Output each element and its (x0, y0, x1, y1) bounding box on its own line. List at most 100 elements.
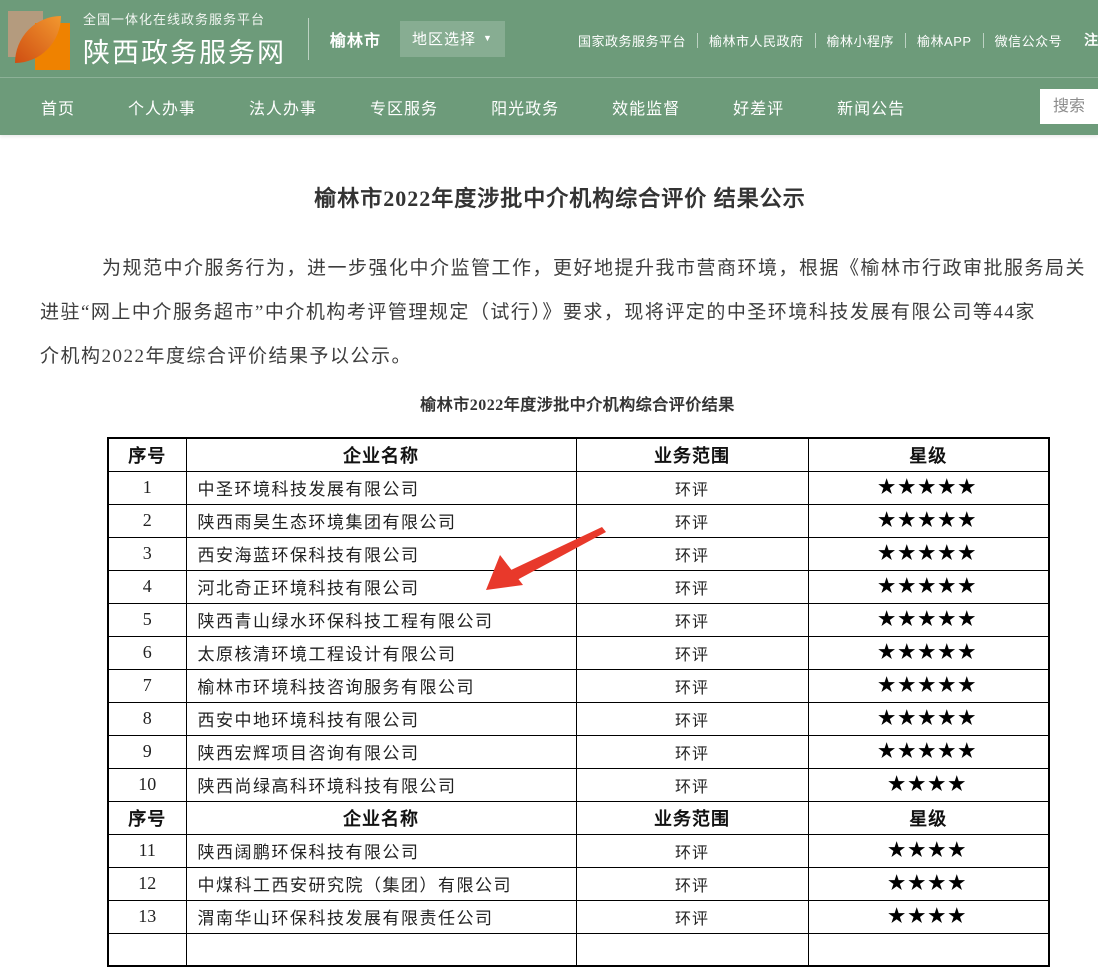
table-row: 3西安海蓝环保科技有限公司环评★★★★★ (108, 537, 1049, 570)
top-bar: 全国一体化在线政务服务平台 陕西政务服务网 榆林市 地区选择 ▼ 国家政务服务平… (0, 0, 1098, 77)
evaluation-table: 序号企业名称业务范围星级1中圣环境科技发展有限公司环评★★★★★2陕西雨昊生态环… (107, 437, 1050, 967)
paragraph-line: 为规范中介服务行为，进一步强化中介监管工作，更好地提升我市营商环境，根据《榆林市… (40, 247, 1098, 291)
cell-no: 5 (108, 603, 186, 636)
cell-scope: 环评 (576, 603, 808, 636)
platform-tagline: 全国一体化在线政务服务平台 (83, 9, 286, 28)
site-logo-icon (8, 11, 70, 73)
chevron-down-icon: ▼ (483, 34, 493, 43)
cell-no: 12 (108, 867, 186, 900)
cell-stars: ★★★★★ (808, 669, 1049, 702)
cell-stars: ★★★★★ (808, 537, 1049, 570)
top-links: 国家政务服务平台 榆林市人民政府 榆林小程序 榆林APP 微信公众号 注册 (578, 30, 1098, 50)
region-select-button[interactable]: 地区选择 ▼ (400, 21, 505, 57)
cell-scope: 环评 (576, 471, 808, 504)
cell-company: 榆林市环境科技咨询服务有限公司 (186, 669, 576, 702)
cell-company: 太原核清环境工程设计有限公司 (186, 636, 576, 669)
cell-company: 中煤科工西安研究院（集团）有限公司 (186, 867, 576, 900)
page-title: 榆林市2022年度涉批中介机构综合评价 结果公示 (0, 181, 1098, 213)
top-link[interactable]: 榆林APP (917, 31, 972, 50)
cell-scope: 环评 (576, 834, 808, 867)
announcement-paragraph: 为规范中介服务行为，进一步强化中介监管工作，更好地提升我市营商环境，根据《榆林市… (40, 247, 1098, 379)
cell-company: 河北奇正环境科技有限公司 (186, 570, 576, 603)
table-row: 13渭南华山环保科技发展有限责任公司环评★★★★ (108, 900, 1049, 933)
cell-empty (808, 933, 1049, 966)
column-header: 序号 (108, 438, 186, 471)
table-row: 11陕西阔鹏环保科技有限公司环评★★★★ (108, 834, 1049, 867)
cell-scope: 环评 (576, 636, 808, 669)
table-row-cutoff (108, 933, 1049, 966)
cell-no: 7 (108, 669, 186, 702)
cell-company: 西安中地环境科技有限公司 (186, 702, 576, 735)
cell-no: 1 (108, 471, 186, 504)
link-separator (815, 33, 816, 48)
site-name: 陕西政务服务网 (83, 31, 286, 70)
nav-item[interactable]: 效能监督 (612, 95, 680, 119)
nav-item[interactable]: 专区服务 (370, 95, 438, 119)
cell-empty (186, 933, 576, 966)
nav-item[interactable]: 法人办事 (249, 95, 317, 119)
brand-text: 全国一体化在线政务服务平台 陕西政务服务网 (83, 7, 286, 70)
column-header: 业务范围 (576, 801, 808, 834)
table-row: 1中圣环境科技发展有限公司环评★★★★★ (108, 471, 1049, 504)
cell-stars: ★★★★★ (808, 570, 1049, 603)
top-link[interactable]: 榆林小程序 (827, 31, 895, 50)
cell-scope: 环评 (576, 867, 808, 900)
nav-item[interactable]: 新闻公告 (837, 95, 905, 119)
cell-scope: 环评 (576, 768, 808, 801)
cell-stars: ★★★★ (808, 768, 1049, 801)
table-row: 7榆林市环境科技咨询服务有限公司环评★★★★★ (108, 669, 1049, 702)
cell-stars: ★★★★★ (808, 636, 1049, 669)
column-header: 序号 (108, 801, 186, 834)
nav-item[interactable]: 好差评 (733, 95, 784, 119)
nav-item[interactable]: 阳光政务 (491, 95, 559, 119)
column-header: 企业名称 (186, 801, 576, 834)
cell-no: 6 (108, 636, 186, 669)
cell-company: 中圣环境科技发展有限公司 (186, 471, 576, 504)
cell-no: 8 (108, 702, 186, 735)
top-link[interactable]: 国家政务服务平台 (578, 31, 686, 50)
cell-scope: 环评 (576, 669, 808, 702)
table-header-row: 序号企业名称业务范围星级 (108, 438, 1049, 471)
cell-stars: ★★★★★ (808, 735, 1049, 768)
cell-scope: 环评 (576, 735, 808, 768)
column-header: 企业名称 (186, 438, 576, 471)
link-separator (905, 33, 906, 48)
cell-no: 10 (108, 768, 186, 801)
announcement-article: 榆林市2022年度涉批中介机构综合评价 结果公示 为规范中介服务行为，进一步强化… (0, 181, 1098, 967)
cell-empty (108, 933, 186, 966)
table-row: 8西安中地环境科技有限公司环评★★★★★ (108, 702, 1049, 735)
nav-item[interactable]: 首页 (41, 95, 75, 119)
main-nav: 首页 个人办事 法人办事 专区服务 阳光政务 效能监督 好差评 新闻公告 (0, 77, 1098, 135)
cell-company: 陕西阔鹏环保科技有限公司 (186, 834, 576, 867)
page: { "header": { "platform_tagline": "全国一体化… (0, 0, 1098, 947)
cell-no: 11 (108, 834, 186, 867)
region-select-label: 地区选择 (412, 28, 476, 49)
cell-scope: 环评 (576, 570, 808, 603)
table-row: 10陕西尚绿高科环境科技有限公司环评★★★★ (108, 768, 1049, 801)
table-row: 12中煤科工西安研究院（集团）有限公司环评★★★★ (108, 867, 1049, 900)
link-separator (983, 33, 984, 48)
top-link[interactable]: 微信公众号 (995, 31, 1063, 50)
cell-empty (576, 933, 808, 966)
cell-stars: ★★★★★ (808, 504, 1049, 537)
top-link[interactable]: 榆林市人民政府 (709, 31, 804, 50)
search-input[interactable] (1040, 89, 1098, 124)
column-header: 星级 (808, 438, 1049, 471)
column-header: 业务范围 (576, 438, 808, 471)
table-caption: 榆林市2022年度涉批中介机构综合评价结果 (107, 391, 1048, 415)
nav-item[interactable]: 个人办事 (128, 95, 196, 119)
cell-stars: ★★★★ (808, 900, 1049, 933)
table-row: 9陕西宏辉项目咨询有限公司环评★★★★★ (108, 735, 1049, 768)
paragraph-line: 进驻“网上中介服务超市”中介机构考评管理规定（试行）》要求，现将评定的中圣环境科… (40, 291, 1098, 335)
current-city-label: 榆林市 (330, 27, 381, 51)
cell-scope: 环评 (576, 537, 808, 570)
cell-scope: 环评 (576, 702, 808, 735)
link-separator (697, 33, 698, 48)
cell-company: 陕西青山绿水环保科技工程有限公司 (186, 603, 576, 636)
paragraph-line: 介机构2022年度综合评价结果予以公示。 (40, 335, 1098, 379)
cell-no: 2 (108, 504, 186, 537)
register-link[interactable]: 注册 (1084, 30, 1098, 50)
cell-stars: ★★★★★ (808, 471, 1049, 504)
table-row: 6太原核清环境工程设计有限公司环评★★★★★ (108, 636, 1049, 669)
cell-company: 陕西尚绿高科环境科技有限公司 (186, 768, 576, 801)
